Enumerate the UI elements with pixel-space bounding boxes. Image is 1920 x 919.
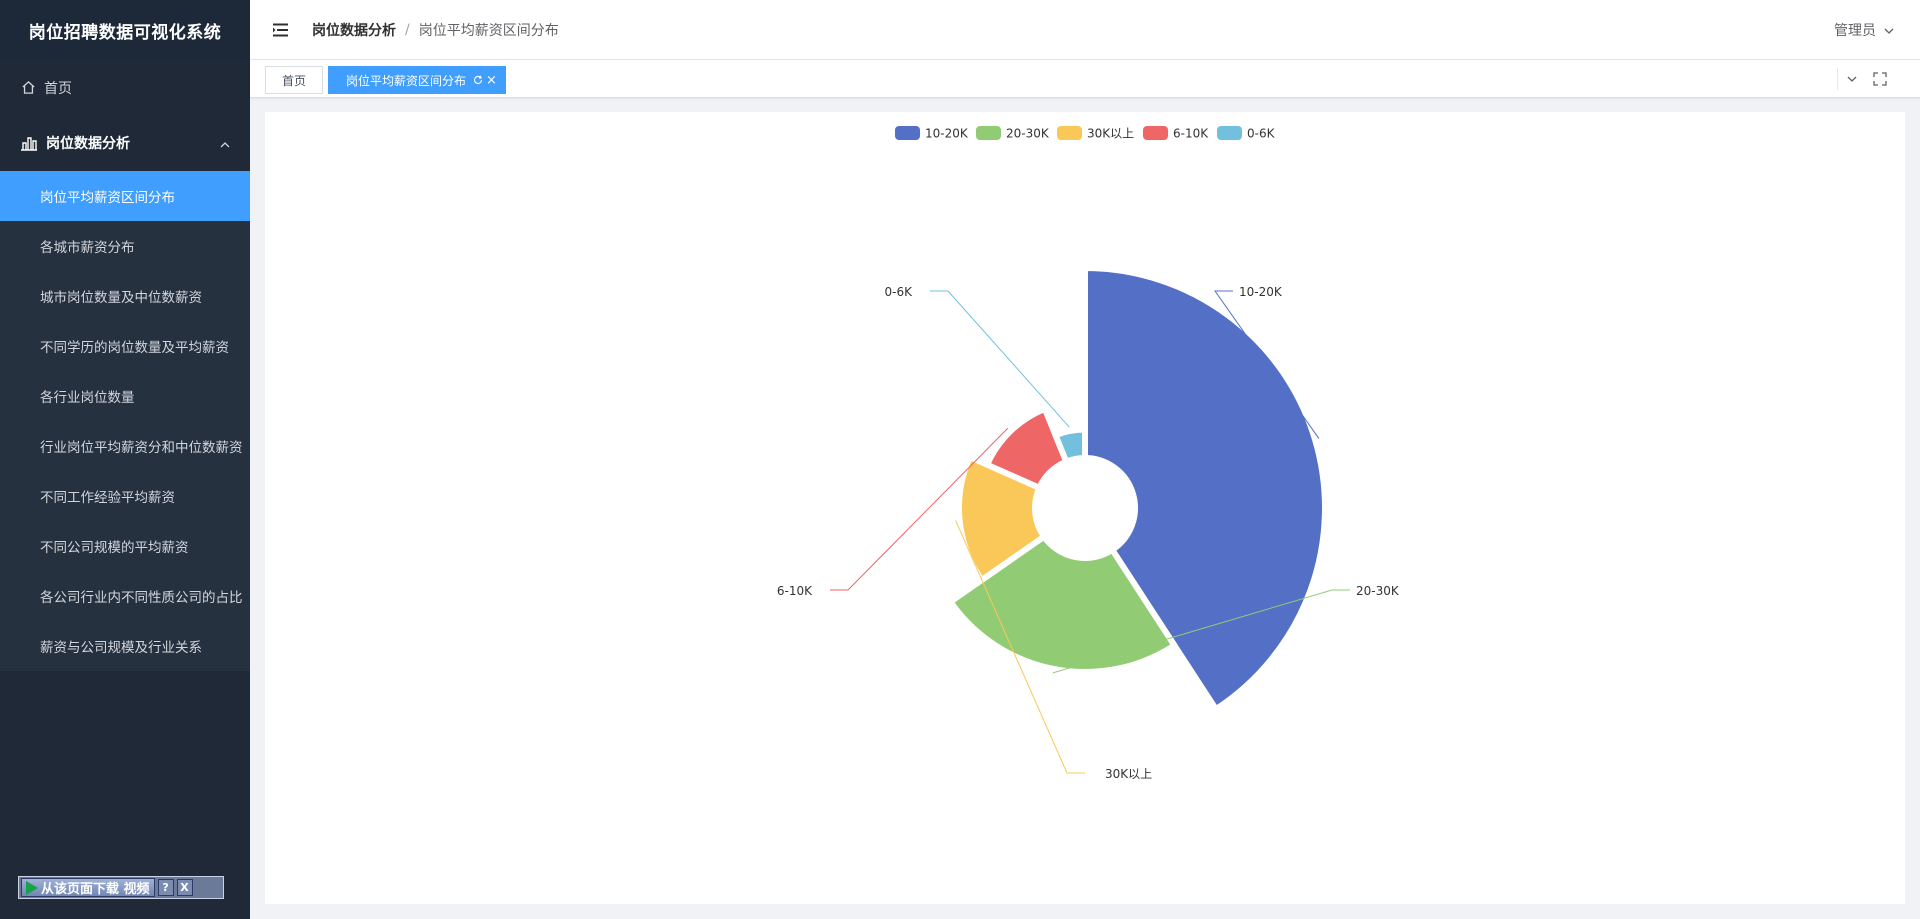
legend-label: 20-30K (1006, 127, 1050, 141)
tag-label: 首页 (281, 73, 306, 88)
rose-chart: 10-20K 20-30K 30K以上 6-10K 0-6K 10-20K 20-30K 30… (777, 126, 1400, 781)
play-icon (26, 880, 38, 895)
sidebar-item-home[interactable]: 首页 (0, 60, 250, 115)
download-label: 从该页面下载 视频 (41, 882, 150, 897)
legend-label: 30K以上 (1087, 127, 1134, 141)
legend-swatch (1143, 126, 1168, 140)
legend-swatch (976, 126, 1001, 140)
sidebar-item-company-size[interactable]: 不同公司规模的平均薪资 (0, 521, 250, 571)
hamburger-icon[interactable] (272, 21, 290, 39)
sidebar-item-salary-range[interactable]: 岗位平均薪资区间分布 (0, 171, 250, 221)
breadcrumb: 岗位数据分析 / 岗位平均薪资区间分布 (312, 20, 559, 40)
tags-dropdown-icon[interactable] (1838, 68, 1866, 90)
legend-label: 0-6K (1247, 127, 1276, 141)
slice-label: 30K以上 (1105, 767, 1152, 781)
sidebar-item-city-jobs[interactable]: 城市岗位数量及中位数薪资 (0, 271, 250, 321)
legend-item[interactable]: 30K以上 (1057, 126, 1134, 141)
slice-label: 20-30K (1356, 584, 1400, 598)
video-download-button[interactable]: 从该页面下载 视频 (21, 878, 155, 897)
sidebar-item-label: 不同工作经验平均薪资 (40, 490, 175, 506)
download-close-button[interactable]: X (176, 879, 193, 896)
legend-label: 10-20K (925, 127, 969, 141)
sidebar-item-industry-salary[interactable]: 行业岗位平均薪资分和中位数薪资 (0, 421, 250, 471)
breadcrumb-separator: / (405, 21, 410, 38)
sidebar: 岗位招聘数据可视化系统 首页 岗位数据分析 岗位平均薪资区间分布 各城市薪资分布… (0, 0, 250, 919)
legend-item[interactable]: 6-10K (1143, 126, 1209, 141)
label-line (930, 290, 1070, 428)
chart-card: 10-20K 20-30K 30K以上 6-10K 0-6K 10-20K 20-30K 30… (265, 112, 1905, 904)
sidebar-item-label: 首页 (44, 80, 72, 97)
app-title: 岗位招聘数据可视化系统 (28, 22, 222, 43)
sidebar-item-label: 不同学历的岗位数量及平均薪资 (40, 340, 229, 356)
app-logo: 岗位招聘数据可视化系统 (0, 0, 250, 60)
sidebar-group-analysis[interactable]: 岗位数据分析 (0, 115, 250, 171)
sidebar-item-label: 各公司行业内不同性质公司的占比 (40, 590, 243, 606)
tag-salary-range[interactable]: 岗位平均薪资区间分布 × (328, 66, 506, 94)
tag-close-icon[interactable]: × (486, 74, 497, 87)
sidebar-item-industry-jobs[interactable]: 各行业岗位数量 (0, 371, 250, 421)
refresh-icon[interactable] (473, 75, 483, 85)
sidebar-item-company-nature[interactable]: 各公司行业内不同性质公司的占比 (0, 571, 250, 621)
sidebar-submenu: 岗位平均薪资区间分布 各城市薪资分布 城市岗位数量及中位数薪资 不同学历的岗位数… (0, 171, 250, 671)
home-icon (20, 80, 36, 96)
legend-item[interactable]: 20-30K (976, 126, 1050, 141)
sidebar-item-salary-scale[interactable]: 薪资与公司规模及行业关系 (0, 621, 250, 671)
sidebar-item-education[interactable]: 不同学历的岗位数量及平均薪资 (0, 321, 250, 371)
sidebar-item-label: 各行业岗位数量 (40, 390, 135, 406)
sidebar-item-city-salary[interactable]: 各城市薪资分布 (0, 221, 250, 271)
sidebar-item-label: 不同公司规模的平均薪资 (40, 540, 189, 556)
legend-item[interactable]: 0-6K (1217, 126, 1276, 141)
legend-label: 6-10K (1173, 127, 1209, 141)
tag-label: 岗位平均薪资区间分布 (346, 73, 467, 88)
breadcrumb-item-group[interactable]: 岗位数据分析 (312, 20, 396, 40)
tag-home[interactable]: 首页 (265, 66, 323, 94)
sidebar-item-label: 城市岗位数量及中位数薪资 (40, 290, 202, 306)
video-download-bar: 从该页面下载 视频 ? X (18, 876, 224, 899)
help-icon: ? (162, 881, 169, 894)
sidebar-group-label: 岗位数据分析 (46, 136, 130, 152)
breadcrumb-item-current: 岗位平均薪资区间分布 (418, 22, 559, 39)
sidebar-item-label: 行业岗位平均薪资分和中位数薪资 (40, 440, 243, 456)
help-button[interactable]: ? (157, 879, 174, 896)
user-menu[interactable]: 管理员 (1834, 20, 1894, 40)
sidebar-item-label: 薪资与公司规模及行业关系 (40, 640, 202, 656)
legend-swatch (895, 126, 920, 140)
close-icon: X (180, 881, 189, 894)
sidebar-item-label: 岗位平均薪资区间分布 (40, 190, 175, 206)
tags-view: 首页 岗位平均薪资区间分布 × (250, 60, 1920, 98)
chevron-down-icon (1884, 22, 1894, 38)
legend-swatch (1217, 126, 1242, 140)
fullscreen-icon[interactable] (1866, 68, 1894, 90)
legend-item[interactable]: 10-20K (895, 126, 969, 141)
sidebar-item-experience[interactable]: 不同工作经验平均薪资 (0, 471, 250, 521)
chevron-up-icon (220, 136, 230, 152)
sidebar-item-label: 各城市薪资分布 (40, 240, 135, 256)
legend-swatch (1057, 126, 1082, 140)
navbar: 岗位数据分析 / 岗位平均薪资区间分布 管理员 (250, 0, 1920, 60)
slice-label: 10-20K (1239, 285, 1283, 299)
bar-chart-icon (20, 134, 38, 152)
slice-label: 0-6K (885, 285, 914, 299)
slice-label: 6-10K (777, 584, 813, 598)
user-name: 管理员 (1834, 23, 1876, 39)
tags-tools (1837, 68, 1920, 90)
